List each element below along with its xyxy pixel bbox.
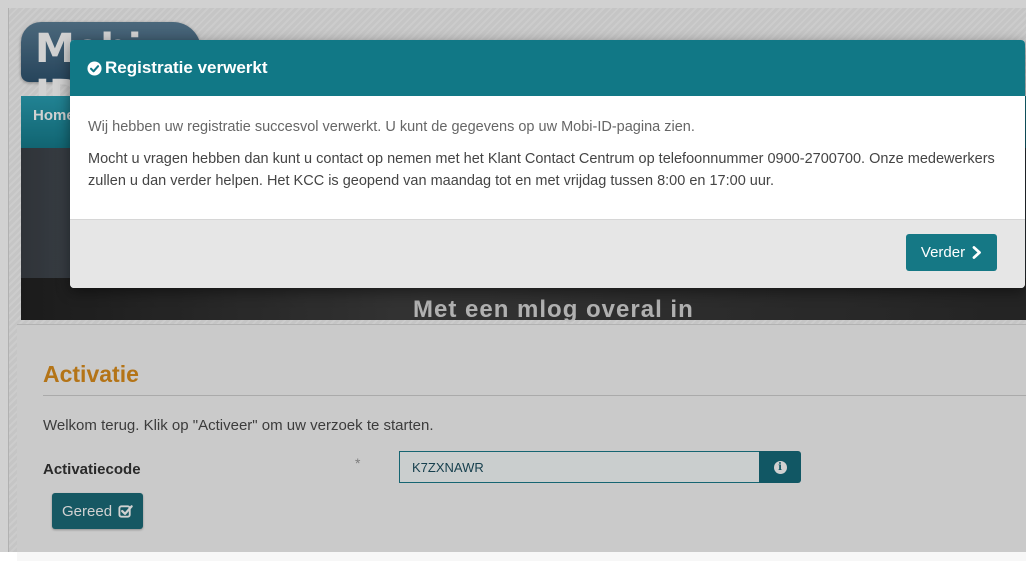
modal-paragraph-2: Mocht u vragen hebben dan kunt u contact… <box>88 151 995 189</box>
modal-header: Registratie verwerkt <box>70 40 1025 96</box>
continue-button[interactable]: Verder <box>906 234 997 271</box>
continue-button-label: Verder <box>920 244 966 261</box>
modal-body: Wij hebben uw registratie succesvol verw… <box>70 96 1025 210</box>
modal-paragraph-1: Wij hebben uw registratie succesvol verw… <box>88 119 695 135</box>
chevron-right-icon <box>972 246 981 259</box>
registration-modal: Registratie verwerkt Wij hebben uw regis… <box>70 40 1025 288</box>
check-circle-icon <box>87 60 102 76</box>
modal-footer: Verder <box>70 219 1025 288</box>
modal-title: Registratie verwerkt <box>105 58 268 77</box>
